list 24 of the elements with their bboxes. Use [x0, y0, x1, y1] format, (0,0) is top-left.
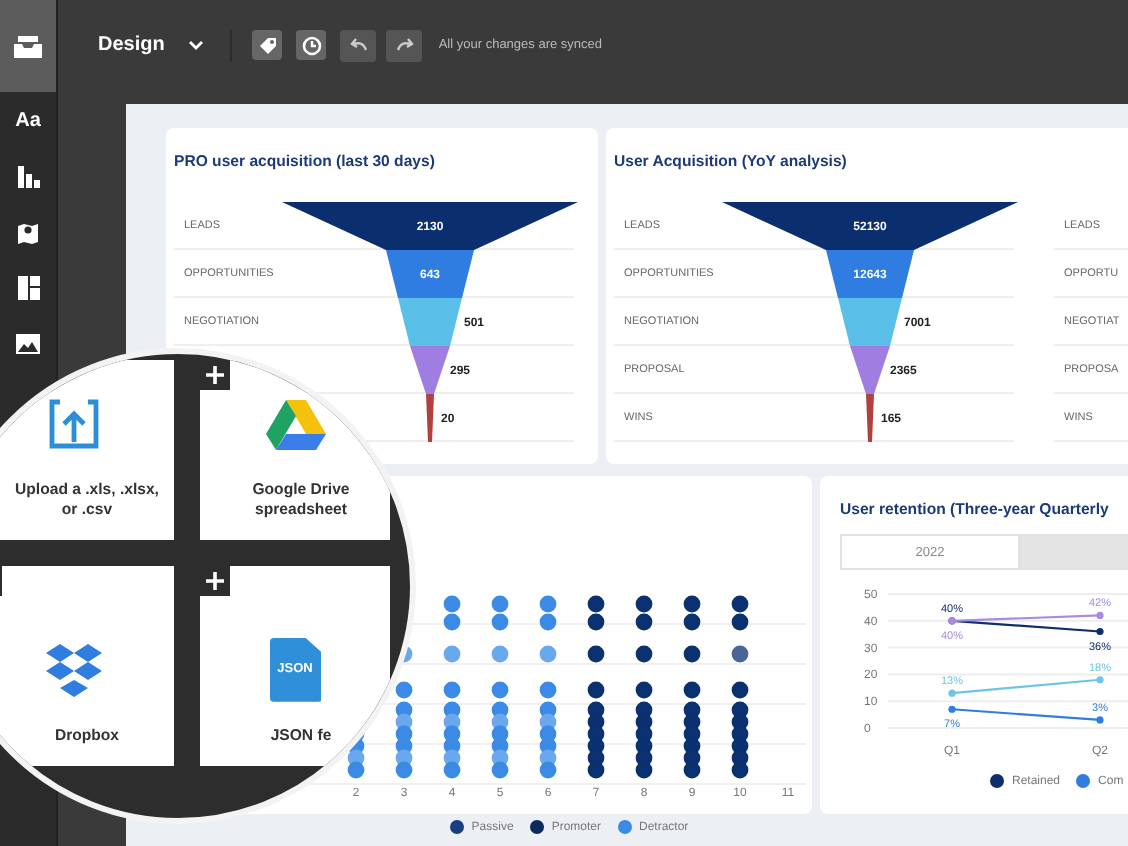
redo-button[interactable]: [386, 29, 423, 61]
undo-icon: [349, 38, 368, 52]
tag-button[interactable]: [252, 30, 283, 60]
layout-icon: [17, 276, 39, 300]
chevron-icon: [188, 40, 205, 50]
bar-chart-icon: [17, 165, 39, 187]
mode-dropdown[interactable]: Design: [98, 34, 205, 56]
data-point: [1096, 627, 1104, 636]
sidebar-item[interactable]: [0, 0, 56, 92]
data-point: [948, 705, 956, 713]
history-button[interactable]: [296, 30, 327, 60]
redo-icon: [395, 38, 414, 52]
map-pin-icon: [16, 220, 40, 244]
image-icon: [16, 334, 40, 354]
sidebar-item[interactable]: Aa: [0, 92, 56, 148]
tag-icon: [257, 35, 278, 55]
undo-button[interactable]: [340, 29, 377, 61]
data-point: [948, 689, 956, 697]
plus-icon[interactable]: [200, 360, 230, 390]
tray-icon: [14, 35, 42, 57]
data-point: [1096, 611, 1104, 620]
clock-icon: [301, 35, 322, 55]
data-point: [1096, 676, 1104, 684]
data-point: [1096, 716, 1104, 724]
